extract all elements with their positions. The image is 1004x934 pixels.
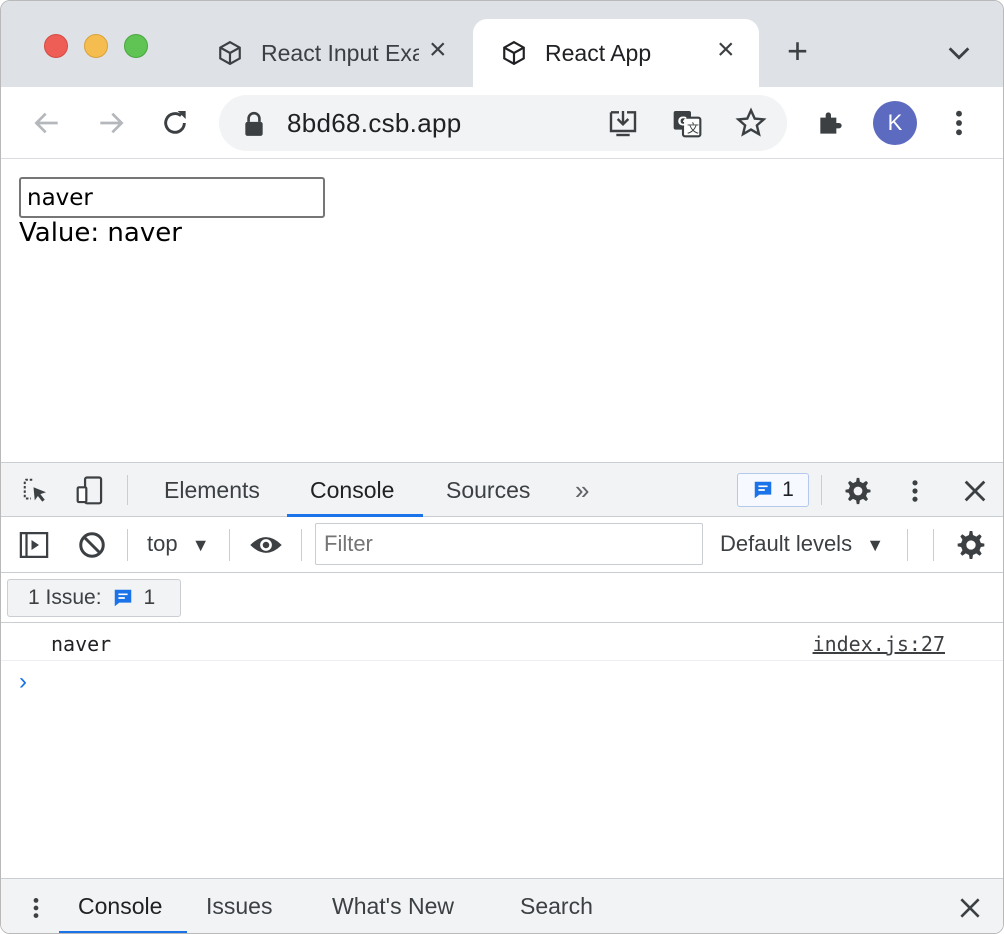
console-source-link[interactable]: index.js:27 [813,632,945,656]
devtools-drawer: Console Issues What's New Search [1,878,1003,933]
devtools-menu-icon[interactable] [901,476,929,506]
codesandbox-icon [503,40,525,66]
context-selector-label: top [147,531,178,556]
back-arrow-icon[interactable] [31,107,63,139]
browser-tab-react-input[interactable]: React Input Example × [197,19,469,87]
tab-close-icon[interactable]: × [717,35,735,65]
reload-icon[interactable] [159,107,191,139]
extensions-puzzle-icon[interactable] [815,107,847,139]
devtools-panel: Elements Console Sources » 1 top ▼ Filte… [1,462,1003,933]
console-settings-gear-icon[interactable] [955,529,987,561]
close-drawer-icon[interactable] [957,895,983,921]
issues-row: 1 Issue: 1 [1,573,1003,623]
drawer-menu-icon[interactable] [23,893,49,923]
text-input[interactable] [19,177,325,218]
drawer-tab-search[interactable]: Search [520,893,593,920]
dropdown-triangle-icon: ▼ [866,535,885,555]
console-filterbar: top ▼ Default levels ▼ [1,517,1003,573]
address-bar[interactable]: 8bd68.csb.app G 文 [219,95,787,151]
drawer-tab-whats-new[interactable]: What's New [332,893,454,920]
device-toggle-icon[interactable] [75,475,105,507]
sidebar-toggle-icon[interactable] [19,531,49,559]
codesandbox-icon [219,40,241,66]
new-tab-button[interactable]: + [787,33,808,69]
browser-window: React Input Example × React App × + [0,0,1004,934]
drawer-tab-console[interactable]: Console [78,893,162,920]
message-icon [754,481,772,499]
tab-strip: React Input Example × React App × + [1,1,1003,87]
console-prompt[interactable]: › [1,662,1003,702]
console-filter-input[interactable] [315,523,703,565]
devtools-tab-sources[interactable]: Sources [446,477,530,504]
live-expression-eye-icon[interactable] [249,531,283,559]
issues-chip[interactable]: 1 Issue: 1 [7,579,181,617]
settings-gear-icon[interactable] [843,476,873,506]
dropdown-triangle-icon: ▼ [191,535,210,555]
profile-avatar[interactable]: K [873,101,917,145]
tab-close-icon[interactable]: × [429,35,447,65]
devtools-tab-console[interactable]: Console [310,477,394,504]
url-text[interactable]: 8bd68.csb.app [287,108,462,139]
install-app-icon[interactable] [607,107,639,139]
tab-search-chevron-icon[interactable] [945,39,973,67]
translate-icon[interactable]: G 文 [671,107,703,139]
issues-chip-count: 1 [143,586,156,609]
tab-title: React Input Example [261,39,419,66]
inspect-element-icon[interactable] [21,476,51,506]
page-content: Value: naver [1,160,1003,462]
console-message-text: naver [51,632,112,656]
console-message: naver index.js:27 [1,623,1003,661]
log-levels-dropdown[interactable]: Default levels ▼ [720,531,884,557]
close-window-button[interactable] [44,34,68,58]
bookmark-star-icon[interactable] [735,107,767,139]
tab-title: React App [545,39,652,66]
issues-badge[interactable]: 1 [737,473,809,507]
lock-icon[interactable] [243,111,265,137]
svg-text:文: 文 [687,120,699,135]
log-levels-label: Default levels [720,531,853,556]
issues-count: 1 [782,478,794,501]
devtools-tabbar: Elements Console Sources » 1 [1,463,1003,517]
more-menu-icon[interactable] [943,107,975,139]
prompt-chevron-icon: › [19,668,27,695]
message-icon [114,589,131,607]
clear-console-icon[interactable] [77,530,107,560]
browser-tab-react-app[interactable]: React App × [473,19,759,87]
minimize-window-button[interactable] [84,34,108,58]
value-output: Value: naver [19,218,182,248]
devtools-tab-elements[interactable]: Elements [164,477,260,504]
forward-arrow-icon[interactable] [95,107,127,139]
zoom-window-button[interactable] [124,34,148,58]
drawer-tab-issues[interactable]: Issues [206,893,272,920]
more-tabs-chevron-icon[interactable]: » [575,475,589,506]
issues-chip-label: 1 Issue: [28,586,102,609]
context-selector[interactable]: top ▼ [147,531,210,557]
browser-toolbar: 8bd68.csb.app G 文 K [1,87,1003,159]
close-devtools-icon[interactable] [961,477,989,505]
